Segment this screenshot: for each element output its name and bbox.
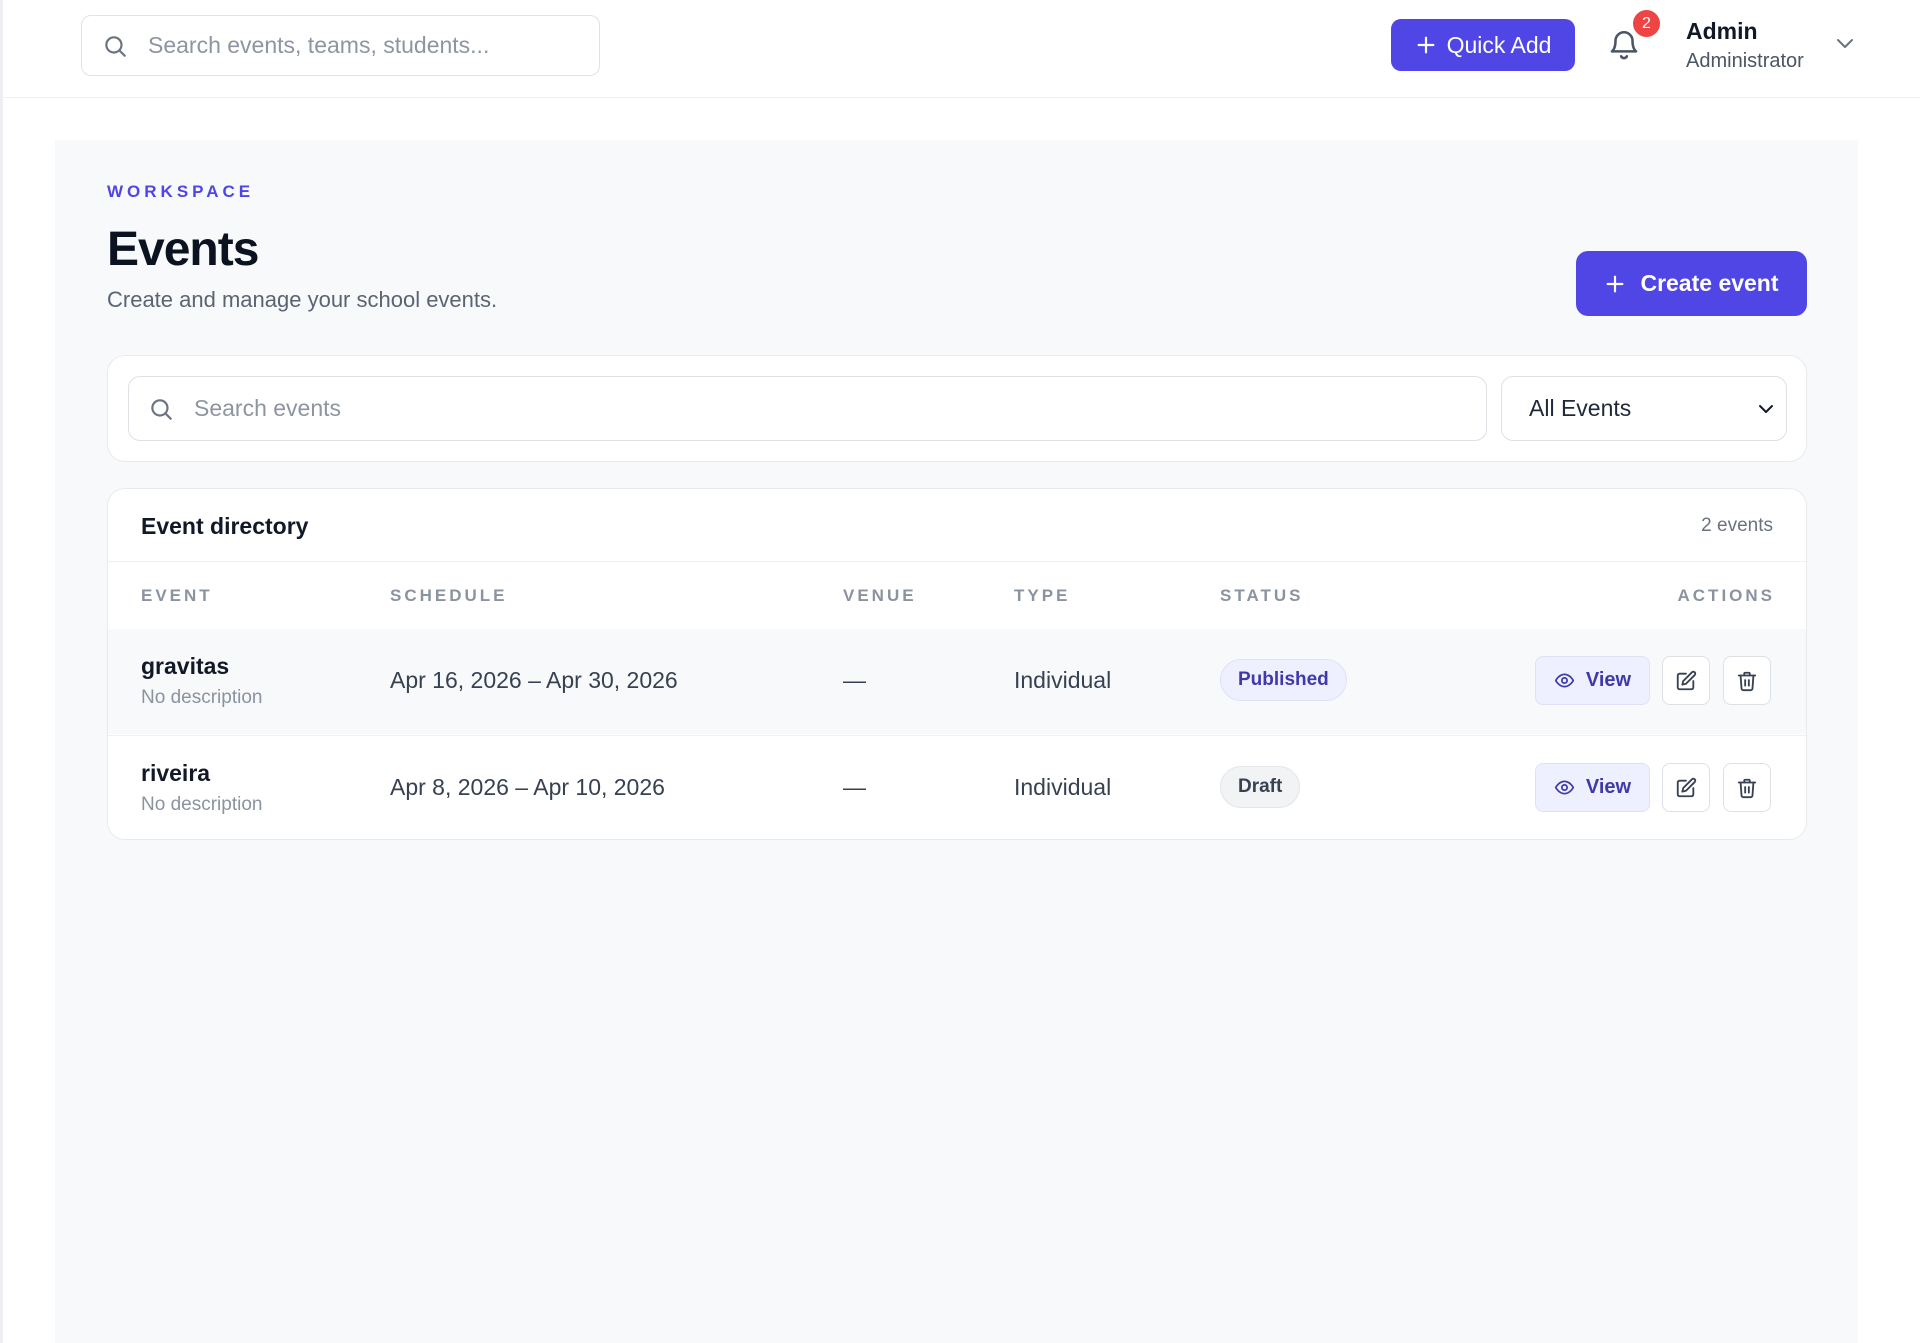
page-subtitle: Create and manage your school events. [107,287,498,312]
edit-button[interactable] [1662,763,1710,812]
directory-title: Event directory [141,513,309,539]
edit-button[interactable] [1662,656,1710,705]
search-icon [105,35,126,57]
event-schedule: Apr 8, 2026 – Apr 10, 2026 [390,774,665,800]
delete-button[interactable] [1723,656,1771,705]
directory-count: 2 events [1701,515,1773,536]
left-divider [0,0,3,1343]
event-venue: — [843,667,866,693]
event-type: Individual [1014,774,1112,800]
trash-icon [1737,671,1757,691]
event-schedule: Apr 16, 2026 – Apr 30, 2026 [390,667,678,693]
main-content: WORKSPACE Events Create and manage your … [55,140,1858,1343]
view-button[interactable]: View [1535,763,1650,812]
plus-icon [1417,36,1435,54]
table-row: riveira No description Apr 8, 2026 – Apr… [108,735,1806,839]
user-name: Admin [1686,18,1758,44]
user-menu[interactable]: Admin Administrator [1686,18,1804,73]
column-header-type: TYPE [1014,586,1071,605]
global-search-input[interactable] [148,32,588,59]
edit-icon [1676,670,1697,690]
plus-icon [1607,275,1624,292]
event-type: Individual [1014,667,1112,693]
global-search[interactable] [81,15,600,76]
column-header-schedule: SCHEDULE [390,586,508,605]
edit-icon [1676,777,1697,797]
event-filter-select[interactable]: All Events [1501,376,1787,441]
table-header: EVENT SCHEDULE VENUE TYPE STATUS ACTIONS [108,561,1806,629]
notification-badge: 2 [1633,10,1660,37]
chevron-down-icon [1759,405,1773,413]
status-badge: Draft [1220,766,1301,808]
page-eyebrow: WORKSPACE [107,182,255,201]
table-row: gravitas No description Apr 16, 2026 – A… [108,629,1806,734]
user-role: Administrator [1686,50,1804,72]
filter-card: All Events [107,355,1807,462]
event-description: No description [141,794,263,815]
column-header-status: STATUS [1220,586,1304,605]
event-search-input[interactable] [194,395,1444,422]
search-icon [151,398,172,420]
view-label: View [1585,776,1632,798]
event-venue: — [843,774,866,800]
view-label: View [1585,669,1632,691]
trash-icon [1737,778,1757,798]
event-name[interactable]: riveira [141,760,210,787]
eye-icon [1554,673,1575,688]
event-search[interactable] [128,376,1487,441]
column-header-venue: VENUE [843,586,917,605]
event-name[interactable]: gravitas [141,653,229,680]
event-directory: Event directory 2 events EVENT SCHEDULE … [107,488,1807,840]
quick-add-label: Quick Add [1446,31,1552,58]
column-header-actions: ACTIONS [1677,586,1775,605]
page-title: Events [107,223,259,276]
create-event-button[interactable]: Create event [1576,251,1807,316]
event-description: No description [141,687,263,708]
quick-add-button[interactable]: Quick Add [1391,19,1575,71]
top-bar: Quick Add 2 Admin Administrator [3,0,1920,98]
view-button[interactable]: View [1535,656,1650,705]
eye-icon [1554,780,1575,795]
delete-button[interactable] [1723,763,1771,812]
status-badge: Published [1220,659,1347,701]
create-event-label: Create event [1640,270,1779,296]
column-header-event: EVENT [141,586,213,605]
chevron-down-icon[interactable] [1835,36,1855,50]
event-filter-value: All Events [1529,395,1632,421]
